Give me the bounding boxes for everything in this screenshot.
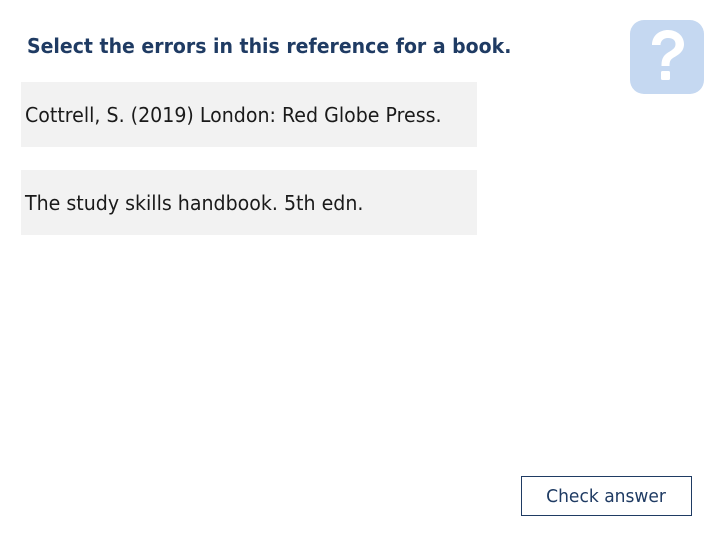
reference-fragment-label: Cottrell, S. (2019) London: Red Globe Pr…	[25, 102, 442, 127]
reference-fragment-1[interactable]: Cottrell, S. (2019) London: Red Globe Pr…	[21, 82, 477, 147]
reference-fragment-label: The study skills handbook. 5th edn.	[25, 190, 364, 215]
question-mark-icon	[652, 30, 684, 80]
reference-fragment-2[interactable]: The study skills handbook. 5th edn.	[21, 170, 477, 235]
check-answer-label: Check answer	[546, 485, 667, 507]
check-answer-button[interactable]: Check answer	[521, 476, 692, 516]
question-heading: Select the errors in this reference for …	[27, 34, 512, 58]
help-button[interactable]	[630, 20, 704, 94]
